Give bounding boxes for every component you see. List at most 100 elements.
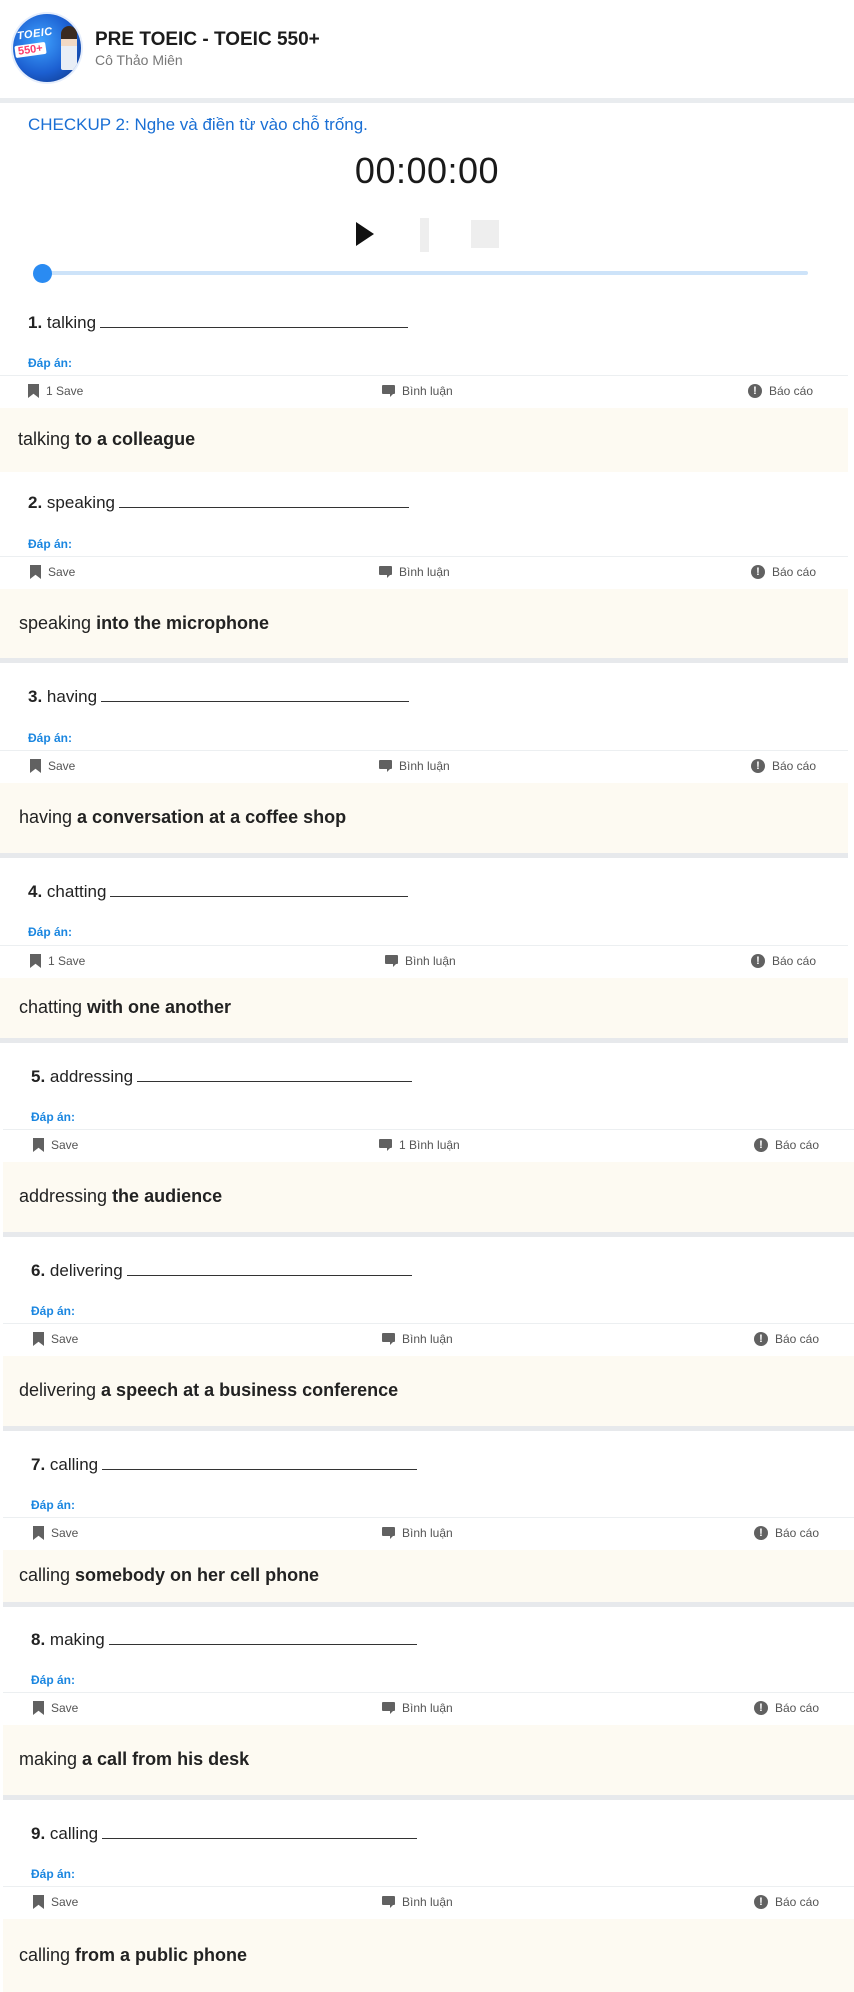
answer-solution: chatting with one another [0, 978, 848, 1038]
play-icon[interactable] [354, 220, 376, 248]
question-number: 2. [28, 493, 43, 512]
comment-button[interactable]: Bình luận [382, 1526, 453, 1540]
solution-text: calling from a public phone [19, 1945, 247, 1966]
comment-button[interactable]: Bình luận [382, 1332, 453, 1346]
stop-button[interactable] [471, 220, 499, 248]
report-button[interactable]: ! Báo cáo [751, 565, 816, 579]
comment-button[interactable]: Bình luận [382, 1895, 453, 1909]
comment-icon [382, 1527, 395, 1539]
bookmark-icon [28, 384, 39, 398]
save-label: 1 Save [46, 384, 84, 398]
answer-blank[interactable] [108, 1630, 417, 1645]
solution-prefix: talking [18, 429, 76, 449]
audio-progress-track[interactable] [42, 271, 808, 275]
solution-answer: somebody on her cell phone [75, 1565, 320, 1585]
save-button[interactable]: Save [30, 759, 75, 773]
comment-button[interactable]: Bình luận [379, 565, 450, 579]
answer-blank[interactable] [137, 1067, 413, 1082]
solution-text: addressing the audience [19, 1186, 222, 1207]
solution-text: speaking into the microphone [19, 613, 269, 634]
answer-blank[interactable] [102, 1455, 418, 1470]
question-word: talking [46, 313, 97, 332]
save-label: Save [48, 759, 76, 773]
answer-blank[interactable] [126, 1261, 412, 1276]
report-button[interactable]: ! Báo cáo [754, 1895, 819, 1909]
report-icon: ! [751, 954, 765, 968]
save-button[interactable]: Save [33, 1138, 78, 1152]
answer-label: Đáp án: [28, 925, 73, 939]
solution-prefix: delivering [19, 1380, 102, 1400]
save-label: Save [51, 1895, 79, 1909]
answer-blank[interactable] [110, 882, 409, 897]
report-icon: ! [754, 1895, 768, 1909]
question-actions: 1 Save Bình luận ! Báo cáo [0, 375, 848, 408]
solution-prefix: speaking [19, 613, 97, 633]
answer-blank[interactable] [102, 1824, 418, 1839]
course-header: TOEIC 550+ PRE TOEIC - TOEIC 550+ Cô Thả… [0, 0, 854, 103]
answer-solution: having a conversation at a coffee shop [0, 783, 848, 853]
report-button[interactable]: ! Báo cáo [754, 1332, 819, 1346]
teacher-name: Cô Thảo Miên [95, 52, 183, 68]
save-button[interactable]: Save [33, 1332, 78, 1346]
question-divider [3, 1795, 854, 1800]
question-word: having [46, 687, 98, 706]
question-actions: Save Bình luận ! Báo cáo [0, 750, 848, 783]
report-label: Báo cáo [769, 384, 814, 398]
comment-button[interactable]: Bình luận [382, 1701, 453, 1715]
question-word: speaking [46, 493, 115, 512]
question-number: 9. [31, 1824, 46, 1843]
bookmark-icon [33, 1526, 44, 1540]
answer-blank[interactable] [118, 493, 409, 508]
answer-blank[interactable] [101, 687, 410, 702]
solution-answer: with one another [87, 997, 232, 1017]
save-label: Save [51, 1138, 79, 1152]
solution-answer: into the microphone [96, 613, 270, 633]
answer-label: Đáp án: [31, 1673, 76, 1687]
comment-label: Bình luận [402, 1895, 453, 1909]
question-number: 5. [31, 1067, 46, 1086]
report-button[interactable]: ! Báo cáo [754, 1701, 819, 1715]
report-label: Báo cáo [775, 1526, 820, 1540]
solution-answer: a conversation at a coffee shop [77, 807, 347, 827]
comment-button[interactable]: 1 Bình luận [379, 1138, 460, 1152]
comment-label: Bình luận [402, 1526, 453, 1540]
question-stem: 2. speaking [28, 493, 409, 513]
report-button[interactable]: ! Báo cáo [751, 954, 816, 968]
bookmark-icon [33, 1895, 44, 1909]
save-button[interactable]: 1 Save [28, 384, 83, 398]
audio-progress-knob[interactable] [33, 264, 52, 283]
answer-label: Đáp án: [31, 1304, 76, 1318]
solution-prefix: calling [19, 1565, 76, 1585]
answer-label: Đáp án: [31, 1867, 76, 1881]
save-button[interactable]: Save [30, 565, 75, 579]
comment-icon [379, 760, 392, 772]
save-button[interactable]: Save [33, 1701, 78, 1715]
report-label: Báo cáo [775, 1138, 820, 1152]
question-divider [0, 658, 848, 663]
report-button[interactable]: ! Báo cáo [754, 1138, 819, 1152]
comment-button[interactable]: Bình luận [379, 759, 450, 773]
report-button[interactable]: ! Báo cáo [748, 384, 813, 398]
report-button[interactable]: ! Báo cáo [751, 759, 816, 773]
solution-answer: from a public phone [75, 1945, 248, 1965]
report-icon: ! [751, 759, 765, 773]
save-button[interactable]: 1 Save [30, 954, 85, 968]
question-number: 8. [31, 1630, 46, 1649]
save-button[interactable]: Save [33, 1895, 78, 1909]
logo-text-bottom: 550+ [14, 41, 47, 59]
comment-button[interactable]: Bình luận [385, 954, 456, 968]
course-title[interactable]: PRE TOEIC - TOEIC 550+ [95, 29, 320, 51]
audio-timer: 00:00:00 [354, 150, 500, 191]
comment-icon [379, 1139, 392, 1151]
report-button[interactable]: ! Báo cáo [754, 1526, 819, 1540]
comment-button[interactable]: Bình luận [382, 384, 453, 398]
question-stem: 8. making [31, 1630, 417, 1650]
pause-button[interactable] [420, 218, 429, 252]
question-stem: 6. delivering [31, 1261, 412, 1281]
report-icon: ! [754, 1701, 768, 1715]
question-actions: Save 1 Bình luận ! Báo cáo [3, 1129, 854, 1162]
answer-solution: making a call from his desk [3, 1725, 854, 1795]
answer-blank[interactable] [100, 313, 409, 328]
save-button[interactable]: Save [33, 1526, 78, 1540]
logo-text-top: TOEIC [16, 25, 54, 43]
